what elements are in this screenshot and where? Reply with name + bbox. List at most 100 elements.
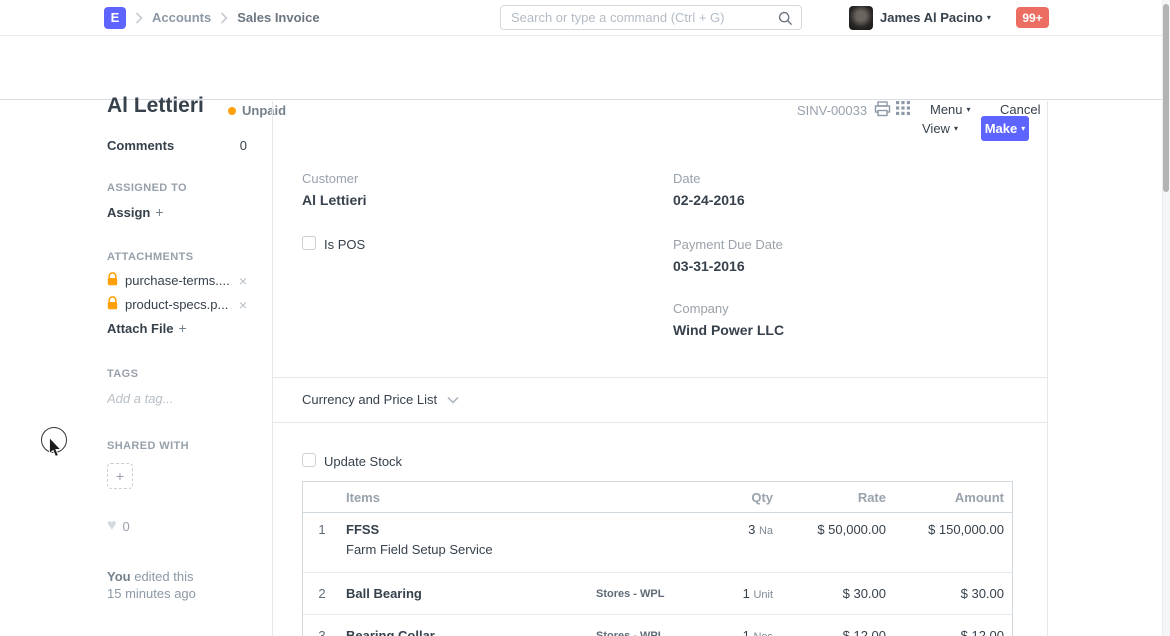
table-row[interactable]: 3 Bearing Collar Stores - WPL 1 Nos $ 12…	[303, 614, 1012, 636]
breadcrumb-accounts[interactable]: Accounts	[152, 10, 211, 25]
breadcrumb: E Accounts Sales Invoice	[104, 0, 320, 35]
item-rate: $ 30.00	[842, 586, 886, 601]
section-divider	[272, 422, 1047, 423]
tag-field	[107, 391, 247, 406]
chevron-down-icon: ▾	[986, 13, 991, 22]
grid-view-icon[interactable]	[896, 101, 910, 118]
item-warehouse: Stores - WPL	[596, 629, 665, 636]
table-row[interactable]: 2 Ball Bearing Stores - WPL 1 Unit $ 30.…	[303, 572, 1012, 614]
notifications-badge[interactable]: 99+	[1016, 7, 1049, 28]
attachment-item: product-specs.p... ×	[107, 296, 247, 313]
search-input[interactable]	[501, 6, 801, 29]
chevron-right-icon	[135, 11, 143, 24]
edited-by: You	[107, 569, 131, 584]
attachment-link[interactable]: product-specs.p...	[125, 297, 232, 312]
status-label: Unpaid	[242, 103, 287, 118]
like-count: 0	[122, 518, 130, 534]
row-item: Ball Bearing	[341, 586, 581, 601]
item-amount: $ 12.00	[960, 628, 1004, 636]
remove-attachment-icon[interactable]: ×	[239, 273, 247, 289]
scrollbar-thumb[interactable]	[1163, 4, 1169, 192]
heart-icon[interactable]: ♥	[107, 518, 117, 534]
menu-button[interactable]: Menu ▾	[930, 102, 971, 117]
document-id: SINV-00033	[797, 103, 868, 118]
header-amount: Amount	[954, 489, 1004, 505]
item-uom: Na	[758, 525, 773, 537]
breadcrumb-sales-invoice[interactable]: Sales Invoice	[237, 10, 319, 25]
item-amount: $ 150,000.00	[928, 522, 1004, 537]
company-value[interactable]: Wind Power LLC	[673, 322, 784, 338]
global-search	[500, 5, 802, 30]
item-description: Farm Field Setup Service	[346, 542, 493, 557]
share-section: +	[107, 463, 247, 489]
attachment-item: purchase-terms.... ×	[107, 272, 247, 289]
date-value[interactable]: 02-24-2016	[673, 192, 745, 208]
page-head: Al Lettieri Unpaid SINV-00033 Menu ▾ Canc…	[0, 36, 1170, 118]
attachment-link[interactable]: purchase-terms....	[125, 273, 232, 288]
is-pos-label: Is POS	[324, 237, 366, 252]
make-button[interactable]: Make ▾	[981, 116, 1029, 141]
attach-file-button[interactable]: Attach File +	[107, 320, 247, 336]
navbar: E Accounts Sales Invoice James Al Pacino…	[0, 0, 1170, 36]
currency-section-toggle[interactable]: Currency and Price List	[302, 392, 459, 407]
row-index: 3	[318, 628, 326, 636]
sidebar-divider	[272, 101, 273, 636]
items-table-header: Items Qty Rate Amount	[303, 482, 1012, 513]
items-table: Items Qty Rate Amount 1 FFSS Farm Field …	[302, 481, 1013, 636]
comments-label: Comments	[107, 138, 175, 153]
app-logo[interactable]: E	[104, 6, 126, 29]
remove-attachment-icon[interactable]: ×	[239, 297, 247, 313]
item-qty: 1 Nos	[696, 628, 778, 636]
assign-button[interactable]: Assign +	[107, 204, 247, 220]
edited-action: edited this	[134, 569, 194, 584]
header-qty: Qty	[751, 489, 773, 505]
edited-info: You edited this 15 minutes ago	[107, 568, 267, 602]
view-button[interactable]: View ▾	[922, 121, 958, 136]
page-title: Al Lettieri	[107, 94, 204, 117]
table-row[interactable]: 1 FFSS Farm Field Setup Service 3 Na $ 5…	[303, 513, 1012, 572]
sidebar-item-comments[interactable]: Comments 0	[107, 138, 247, 153]
chevron-right-icon	[220, 11, 228, 24]
likes: ♥ 0	[107, 518, 247, 534]
header-rate: Rate	[857, 489, 886, 505]
update-stock-checkbox[interactable]	[302, 453, 316, 467]
date-label: Date	[673, 171, 701, 186]
item-rate: $ 50,000.00	[817, 522, 886, 537]
edited-time: 15 minutes ago	[107, 586, 196, 601]
avatar[interactable]	[849, 6, 873, 30]
lock-icon	[107, 296, 118, 313]
add-share-button[interactable]: +	[107, 463, 133, 489]
row-item: Bearing Collar	[341, 628, 581, 636]
customer-value[interactable]: Al Lettieri	[302, 192, 367, 208]
payment-due-date-label: Payment Due Date	[673, 237, 783, 252]
mouse-cursor-icon	[48, 436, 62, 461]
assigned-to-heading: ASSIGNED TO	[107, 182, 187, 194]
attach-file-label: Attach File	[107, 320, 174, 336]
payment-due-date-value[interactable]: 03-31-2016	[673, 258, 745, 274]
content-right-divider	[1047, 101, 1048, 636]
chevron-down-icon: ▾	[1021, 124, 1026, 133]
status-indicator: Unpaid	[228, 103, 286, 118]
item-amount: $ 30.00	[960, 586, 1004, 601]
assign-label: Assign	[107, 204, 151, 220]
cancel-button[interactable]: Cancel	[1000, 102, 1040, 117]
comments-count: 0	[239, 138, 247, 153]
update-stock-label: Update Stock	[324, 454, 403, 469]
lock-icon	[107, 272, 118, 289]
item-warehouse: Stores - WPL	[596, 587, 665, 600]
user-menu[interactable]: James Al Pacino ▾	[880, 10, 991, 25]
search-icon	[778, 11, 793, 29]
row-item: FFSS Farm Field Setup Service	[341, 522, 581, 557]
attachments-heading: ATTACHMENTS	[107, 251, 194, 263]
row-index: 1	[318, 522, 326, 537]
item-uom: Nos	[753, 631, 773, 636]
item-rate: $ 12.00	[842, 628, 886, 636]
header-items: Items	[346, 489, 380, 505]
add-tag-input[interactable]	[107, 391, 227, 406]
plus-icon: +	[155, 204, 164, 220]
print-icon[interactable]	[874, 101, 891, 120]
customer-label: Customer	[302, 171, 359, 186]
chevron-down-icon: ▾	[953, 124, 958, 133]
is-pos-checkbox[interactable]	[302, 236, 316, 250]
tags-heading: TAGS	[107, 368, 139, 380]
